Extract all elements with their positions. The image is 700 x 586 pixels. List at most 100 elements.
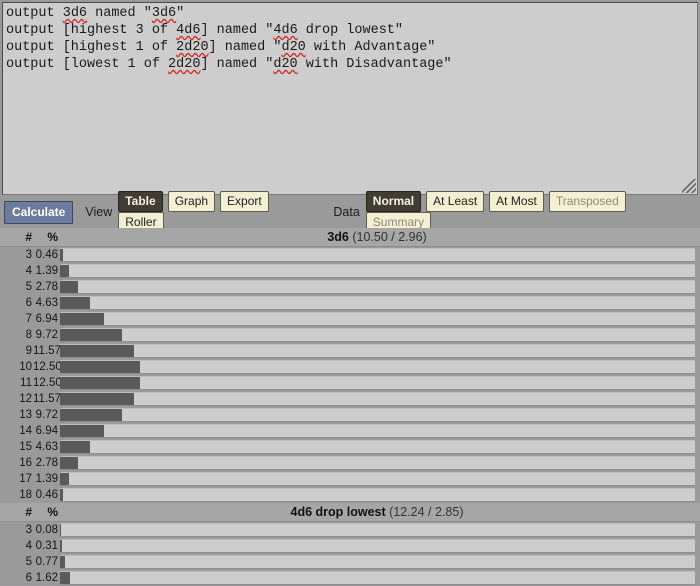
toolbar: Calculate View Table Graph ExportRoller Da…: [0, 191, 700, 233]
row-value: 6: [25, 572, 32, 584]
data-at-most-button[interactable]: At Most: [489, 191, 544, 212]
data-button-group: Normal At Least At Most TransposedSummary: [365, 191, 700, 233]
row-percent: 0.31: [35, 540, 58, 552]
misspelled-token: 3d6: [62, 6, 88, 21]
code-token: with Disadvantage": [297, 57, 452, 72]
table-row: 18 0.46: [0, 487, 700, 503]
view-button-group: Table Graph ExportRoller: [118, 191, 323, 233]
row-bar-track: [60, 312, 695, 326]
anydice-app: output 3d6 named "3d6" output [highest 3 …: [0, 0, 700, 586]
row-bar-track: [60, 344, 695, 358]
code-line: output [lowest 1 of 2d20] named "d20 wit…: [6, 56, 697, 73]
row-percent: 0.77: [35, 556, 58, 568]
row-bar-track: [60, 472, 695, 486]
row-percent: 9.72: [35, 409, 58, 421]
table-row: 15 4.63: [0, 439, 700, 455]
row-bar-fill: [60, 524, 61, 536]
row-value: 7: [25, 313, 32, 325]
view-graph-button[interactable]: Graph: [167, 191, 216, 212]
view-label: View: [85, 205, 113, 219]
misspelled-token: 3d6: [151, 6, 177, 21]
table-row: 14 6.94: [0, 423, 700, 439]
code-line: output [highest 3 of 4d6] named "4d6 dro…: [6, 22, 697, 39]
row-value: 15: [19, 441, 32, 453]
table-row: 5 0.77: [0, 554, 700, 570]
code-token: named ": [87, 6, 152, 21]
program-editor-panel: output 3d6 named "3d6" output [highest 3 …: [0, 0, 700, 196]
row-bar-fill: [60, 409, 123, 421]
view-export-button[interactable]: Export: [220, 191, 269, 212]
table-row: 9 11.57: [0, 343, 700, 359]
row-percent: 6.94: [35, 425, 58, 437]
row-percent: 9.72: [35, 329, 58, 341]
row-bar-fill: [60, 441, 90, 453]
row-bar-track: [60, 392, 695, 406]
code-token: ": [176, 6, 185, 21]
row-bar-fill: [60, 457, 78, 469]
row-bar-track: [60, 488, 695, 502]
row-bar-track: [60, 523, 695, 537]
data-at-least-button[interactable]: At Least: [426, 191, 485, 212]
row-bar-track: [60, 360, 695, 374]
misspelled-token: d20: [273, 57, 298, 72]
section-title-stats: (12.24 / 2.85): [385, 505, 464, 519]
row-value: 18: [19, 489, 32, 501]
code-line: output 3d6 named "3d6": [6, 5, 697, 22]
table-row: 6 1.62: [0, 570, 700, 586]
row-percent: 2.78: [35, 457, 58, 469]
row-value: 8: [25, 329, 32, 341]
section-header: #% 4d6 drop lowest (12.24 / 2.85): [0, 503, 700, 522]
data-normal-button[interactable]: Normal: [365, 191, 422, 212]
calculate-button[interactable]: Calculate: [4, 200, 74, 224]
misspelled-token: d20: [281, 40, 306, 55]
view-table-button[interactable]: Table: [118, 191, 163, 212]
row-bar-fill: [60, 249, 63, 261]
row-value: 3: [25, 249, 32, 261]
row-value: 12: [19, 393, 32, 405]
column-header-pct: %: [47, 230, 58, 244]
table-row: 7 6.94: [0, 311, 700, 327]
code-token: ] named ": [208, 40, 282, 55]
row-bar-fill: [60, 556, 65, 568]
row-bar-track: [60, 424, 695, 438]
row-bar-track: [60, 571, 695, 585]
results-table[interactable]: #% 3d6 (10.50 / 2.96) 3 0.46 4 1.39 5 2.78 6 4.63…: [0, 228, 700, 586]
section-title-name: 3d6: [327, 230, 349, 244]
row-percent: 0.46: [35, 489, 58, 501]
row-percent: 6.94: [35, 313, 58, 325]
row-value: 10: [19, 361, 32, 373]
column-header-num: #: [25, 230, 32, 244]
row-bar-track: [60, 456, 695, 470]
code-token: output: [6, 6, 63, 21]
row-value: 5: [25, 281, 32, 293]
row-bar-fill: [60, 361, 140, 373]
row-bar-fill: [60, 489, 63, 501]
row-value: 17: [19, 473, 32, 485]
table-row: 17 1.39: [0, 471, 700, 487]
column-header-num: #: [25, 505, 32, 519]
row-bar-track: [60, 296, 695, 310]
code-token: output [highest 3 of: [6, 23, 177, 38]
row-bar-track: [60, 248, 695, 262]
misspelled-token: 4d6: [176, 23, 201, 38]
row-bar-track: [60, 539, 695, 553]
section-title: 4d6 drop lowest (12.24 / 2.85): [60, 505, 694, 519]
row-bar-fill: [60, 425, 105, 437]
code-token: ] named ": [200, 57, 274, 72]
table-row: 4 0.31: [0, 538, 700, 554]
row-bar-fill: [60, 265, 69, 277]
table-row: 10 12.50: [0, 359, 700, 375]
row-value: 9: [25, 345, 32, 357]
code-line: output [highest 1 of 2d20] named "d20 wi…: [6, 39, 697, 56]
row-percent: 12.50: [33, 361, 62, 373]
row-bar-fill: [60, 377, 140, 389]
row-bar-track: [60, 280, 695, 294]
row-bar-track: [60, 555, 695, 569]
program-editor[interactable]: output 3d6 named "3d6" output [highest 3 …: [2, 2, 698, 195]
program-code-text[interactable]: output 3d6 named "3d6" output [highest 3 …: [3, 3, 697, 73]
row-percent: 0.08: [35, 524, 58, 536]
table-row: 13 9.72: [0, 407, 700, 423]
code-token: ] named ": [200, 23, 274, 38]
row-bar-fill: [60, 281, 78, 293]
row-bar-fill: [60, 473, 69, 485]
